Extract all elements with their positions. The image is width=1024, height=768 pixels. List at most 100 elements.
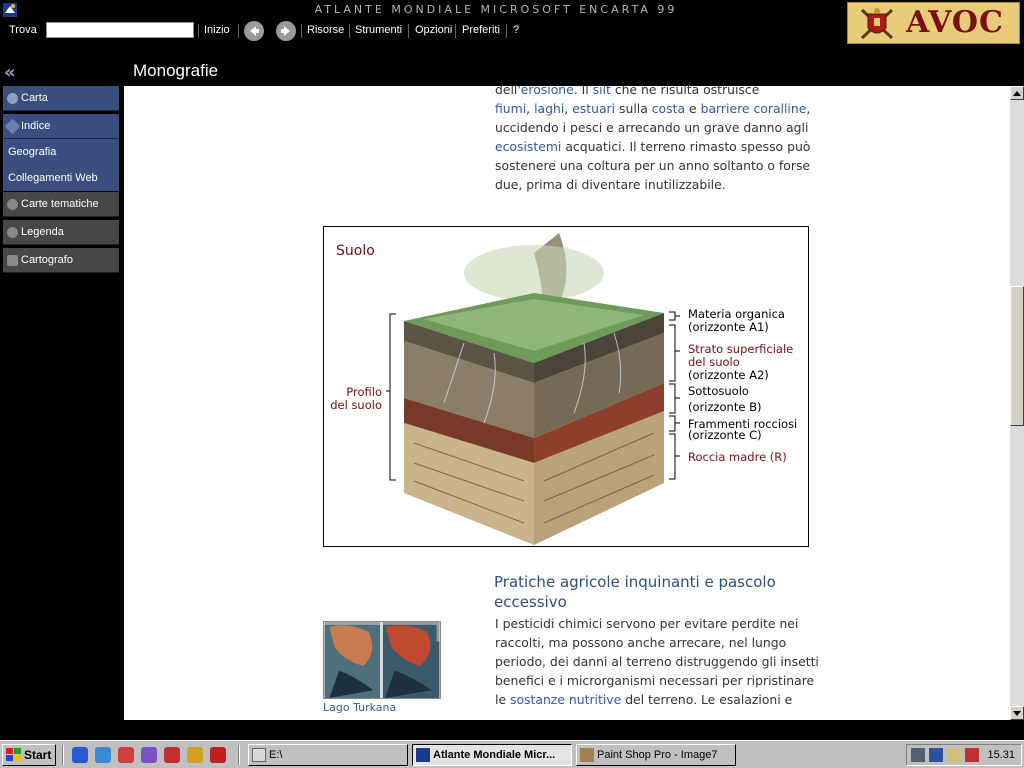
task-encarta[interactable]: Atlante Mondiale Micr... bbox=[412, 744, 572, 766]
menu-separator bbox=[349, 24, 350, 38]
thematic-map-icon bbox=[7, 199, 18, 210]
menu-separator bbox=[238, 24, 239, 38]
label-orizzonte-c: (orizzonte C) bbox=[688, 428, 762, 442]
sidebar-item-label: Legenda bbox=[21, 226, 64, 238]
taskbar-separator bbox=[238, 745, 240, 765]
task-paint-shop-pro[interactable]: Paint Shop Pro - Image7 bbox=[576, 744, 736, 766]
section-heading: Pratiche agricole inquinanti e pascolo e… bbox=[494, 573, 776, 611]
menu-help[interactable]: ? bbox=[513, 24, 519, 36]
back-button[interactable] bbox=[244, 21, 264, 41]
internet-explorer-icon[interactable] bbox=[72, 747, 88, 763]
scroll-thumb[interactable] bbox=[1010, 286, 1024, 426]
quicklaunch-app-icon[interactable] bbox=[164, 747, 180, 763]
sidebar-item-geografia[interactable]: Geografia bbox=[3, 139, 119, 165]
link-fiumi[interactable]: fiumi bbox=[495, 101, 526, 116]
label-materia-organica: Materia organica bbox=[688, 307, 785, 321]
taskbar: Start E:\ Atlante Mondiale Micr... Paint… bbox=[0, 740, 1024, 768]
figure-title: Suolo bbox=[336, 243, 375, 259]
collapse-sidebar-icon[interactable]: « bbox=[4, 62, 16, 83]
soil-profile-illustration bbox=[404, 233, 664, 545]
sidebar-item-carte-tematiche[interactable]: Carte tematiche bbox=[3, 192, 119, 217]
lago-turkana-thumbnail[interactable] bbox=[323, 621, 441, 699]
menu-strumenti[interactable]: Strumenti bbox=[355, 24, 402, 36]
link-silt[interactable]: silt bbox=[593, 86, 611, 97]
quicklaunch-app-icon[interactable] bbox=[210, 747, 226, 763]
article-paragraph: I pesticidi chimici servono per evitare … bbox=[495, 614, 820, 709]
arrow-up-icon bbox=[1013, 90, 1021, 96]
sidebar-item-label: Cartografo bbox=[21, 254, 73, 266]
label-profilo: Profilo bbox=[346, 385, 382, 399]
tray-volume-icon[interactable] bbox=[965, 748, 979, 762]
menu-risorse[interactable]: Risorse bbox=[307, 24, 344, 36]
scroll-down-button[interactable] bbox=[1010, 706, 1024, 720]
label-profilo-del-suolo: del suolo bbox=[330, 398, 382, 412]
label-orizzonte-b: (orizzonte B) bbox=[688, 400, 762, 414]
label-del-suolo: del suolo bbox=[688, 355, 740, 369]
sidebar-item-collegamenti-web[interactable]: Collegamenti Web bbox=[3, 165, 119, 191]
task-explorer[interactable]: E:\ bbox=[248, 744, 408, 766]
menu-separator bbox=[198, 24, 199, 38]
home-menu[interactable]: Inizio bbox=[204, 24, 230, 36]
clock[interactable]: 15.31 bbox=[987, 749, 1015, 761]
link-ecosistemi[interactable]: ecosistemi bbox=[495, 139, 561, 154]
logo-text: AVOC bbox=[906, 5, 1004, 40]
arrow-left-icon bbox=[250, 26, 259, 36]
system-tray: 15.31 bbox=[906, 744, 1022, 766]
tray-app-icon[interactable] bbox=[947, 748, 961, 762]
link-laghi[interactable]: laghi bbox=[534, 101, 564, 116]
arrow-down-icon bbox=[1013, 710, 1021, 716]
label-sottosuolo: Sottosuolo bbox=[688, 384, 749, 398]
scroll-up-button[interactable] bbox=[1010, 86, 1024, 100]
magnifier-icon bbox=[7, 227, 18, 238]
quicklaunch-app-icon[interactable] bbox=[141, 747, 157, 763]
outlook-express-icon[interactable] bbox=[95, 747, 111, 763]
find-label[interactable]: Trova bbox=[9, 24, 37, 36]
arrow-right-icon bbox=[281, 26, 290, 36]
text-run: sulla bbox=[615, 101, 652, 116]
link-erosione[interactable]: erosione bbox=[521, 86, 574, 97]
forward-button[interactable] bbox=[276, 21, 296, 41]
globe-icon bbox=[7, 93, 18, 104]
menu-separator bbox=[506, 24, 507, 38]
search-input[interactable] bbox=[46, 22, 194, 38]
start-label: Start bbox=[24, 748, 52, 762]
sidebar-item-label: Indice bbox=[21, 120, 51, 132]
sidebar-item-indice[interactable]: Indice bbox=[3, 114, 119, 139]
tray-shield-icon[interactable] bbox=[929, 748, 943, 762]
text-run: dell' bbox=[495, 86, 521, 97]
text-run: , bbox=[564, 101, 573, 116]
text-run: e bbox=[685, 101, 701, 116]
task-label: E:\ bbox=[269, 749, 283, 761]
menu-separator bbox=[301, 24, 302, 38]
article-content: dell'erosione. Il silt che ne risulta os… bbox=[124, 86, 1010, 720]
avoc-logo: AVOC bbox=[847, 2, 1020, 44]
label-strato-superficiale: Strato superficiale bbox=[688, 342, 794, 356]
link-sostanze-nutritive[interactable]: sostanze nutritive bbox=[510, 692, 621, 707]
sidebar-item-cartografo[interactable]: Cartografo bbox=[3, 248, 119, 273]
link-costa[interactable]: costa bbox=[652, 101, 685, 116]
title-bar: ATLANTE MONDIALE MICROSOFT ENCARTA 99 Tr… bbox=[0, 0, 1024, 48]
menu-separator bbox=[455, 24, 456, 38]
vertical-scrollbar[interactable] bbox=[1010, 86, 1024, 720]
sidebar-item-legenda[interactable]: Legenda bbox=[3, 220, 119, 245]
label-orizzonte-a1: (orizzonte A1) bbox=[688, 320, 769, 334]
sidebar-item-carta[interactable]: Carta bbox=[3, 86, 119, 111]
menu-separator bbox=[408, 24, 409, 38]
windows-logo-icon bbox=[6, 748, 21, 761]
page-title: Monografie bbox=[133, 61, 219, 80]
quicklaunch-app-icon[interactable] bbox=[187, 747, 203, 763]
thumbnail-caption[interactable]: Lago Turkana bbox=[323, 701, 396, 714]
menu-opzioni[interactable]: Opzioni bbox=[415, 24, 452, 36]
link-estuari[interactable]: estuari bbox=[572, 101, 615, 116]
tray-network-icon[interactable] bbox=[911, 748, 925, 762]
encarta-icon bbox=[416, 748, 430, 762]
sidebar-item-label: Carte tematiche bbox=[21, 198, 99, 210]
quicklaunch-app-icon[interactable] bbox=[118, 747, 134, 763]
soil-figure: Suolo Materia organica (orizzonte A1) St… bbox=[323, 226, 809, 547]
app-title: ATLANTE MONDIALE MICROSOFT ENCARTA 99 bbox=[314, 3, 678, 16]
start-button[interactable]: Start bbox=[2, 744, 56, 766]
link-barriere-coralline[interactable]: barriere coralline bbox=[701, 101, 807, 116]
text-run: . Il bbox=[573, 86, 593, 97]
menu-preferiti[interactable]: Preferiti bbox=[462, 24, 500, 36]
crest-icon bbox=[860, 8, 894, 40]
